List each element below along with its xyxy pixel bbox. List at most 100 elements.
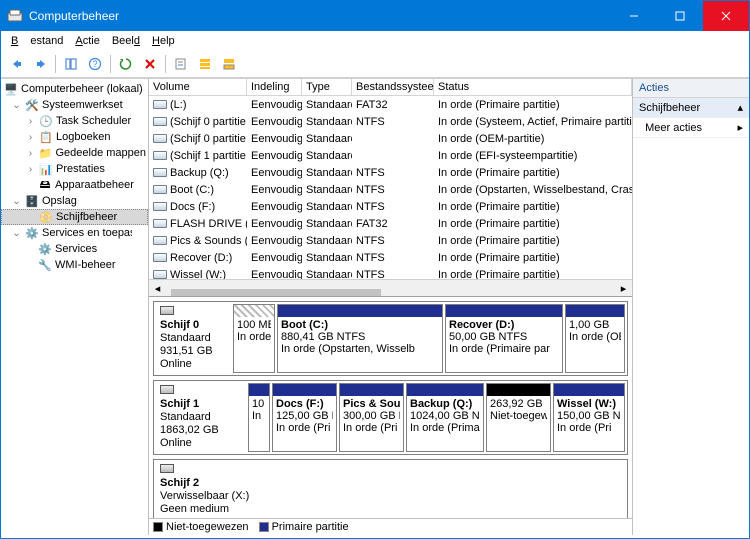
disk-size: 1863,02 GB	[160, 424, 240, 437]
volume-row[interactable]: Wissel (W:)EenvoudigStandaardNTFSIn orde…	[149, 266, 632, 279]
col-volume[interactable]: Volume	[149, 79, 247, 95]
expand-icon[interactable]: ›	[25, 116, 36, 127]
tree-servicesapps[interactable]: ⌄ ⚙️ Services en toepassingen	[1, 225, 148, 241]
disk-map[interactable]: Schijf 0Standaard931,51 GBOnline100 MBIn…	[149, 297, 632, 518]
h-scrollbar[interactable]: ◂ ▸	[149, 279, 632, 296]
disk-info[interactable]: Schijf 0Standaard931,51 GBOnline	[154, 302, 231, 375]
volume-row[interactable]: Boot (C:)EenvoudigStandaardNTFSIn orde (…	[149, 181, 632, 198]
actions-context[interactable]: Schijfbeheer ▴	[633, 98, 749, 118]
tree-performance[interactable]: › 📊 Prestaties	[1, 161, 148, 177]
collapse-icon[interactable]: ⌄	[11, 196, 22, 207]
nav-back-button[interactable]	[5, 53, 27, 75]
graphic-view-button[interactable]	[218, 53, 240, 75]
maximize-button[interactable]	[657, 1, 703, 31]
show-hide-tree-button[interactable]	[60, 53, 82, 75]
volume-fs: NTFS	[352, 235, 434, 247]
nav-tree[interactable]: 🖥️ Computerbeheer (lokaal) ⌄ 🛠️ Systeemw…	[1, 79, 149, 535]
scroll-left-icon[interactable]: ◂	[149, 280, 166, 297]
menu-file[interactable]: Bestand	[5, 34, 69, 48]
volume-layout: Eenvoudig	[247, 184, 302, 196]
volume-status: In orde (Systeem, Actief, Primaire parti…	[434, 116, 632, 128]
volume-status: In orde (Primaire partitie)	[434, 218, 632, 230]
tree-label: Services	[55, 243, 97, 255]
partition-status: In orde	[237, 331, 271, 343]
partition-size: 880,41 GB NTFS	[281, 331, 439, 343]
actions-more[interactable]: Meer acties ▸	[633, 118, 749, 138]
tree-services[interactable]: ⚙️ Services	[1, 241, 148, 257]
log-icon: 📋	[38, 129, 54, 145]
volume-type: Standaard	[302, 99, 352, 111]
partition[interactable]: 263,92 GBNiet-toegew	[486, 383, 551, 452]
tree-storage[interactable]: ⌄ 🗄️ Opslag	[1, 193, 148, 209]
partition-status: In orde (Prima	[410, 422, 480, 434]
partition[interactable]: 1,00 GBIn orde (OEM	[565, 304, 625, 373]
volume-row[interactable]: (Schijf 0 partitie 4)EenvoudigStandaardI…	[149, 130, 632, 147]
statusbar	[1, 535, 749, 538]
volume-list[interactable]: Volume Indeling Type Bestandssysteem Sta…	[149, 79, 632, 297]
tree-sharedfolders[interactable]: › 📁 Gedeelde mappen	[1, 145, 148, 161]
toolbar: ?	[1, 50, 749, 78]
col-status[interactable]: Status	[434, 79, 632, 95]
scroll-right-icon[interactable]: ▸	[615, 280, 632, 297]
volume-row[interactable]: (Schijf 1 partitie 1)EenvoudigStandaardI…	[149, 147, 632, 164]
tree-systemtools[interactable]: ⌄ 🛠️ Systeemwerkset	[1, 97, 148, 113]
disk-row[interactable]: Schijf 1Standaard1863,02 GBOnline10InDoc…	[153, 380, 628, 455]
minimize-button[interactable]	[611, 1, 657, 31]
list-view-button[interactable]	[194, 53, 216, 75]
disk-info[interactable]: Schijf 2Verwisselbaar (X:)Geen medium	[154, 460, 262, 518]
expand-icon[interactable]: ›	[25, 148, 36, 159]
help-icon[interactable]: ?	[84, 53, 106, 75]
col-fs[interactable]: Bestandssysteem	[352, 79, 434, 95]
volume-row[interactable]: Pics & Sounds (G:)EenvoudigStandaardNTFS…	[149, 232, 632, 249]
disk-row[interactable]: Schijf 2Verwisselbaar (X:)Geen medium	[153, 459, 628, 518]
menu-help[interactable]: Help	[146, 34, 181, 48]
volume-layout: Eenvoudig	[247, 235, 302, 247]
partition[interactable]: Backup (Q:)1024,00 GB N1In orde (Prima	[406, 383, 484, 452]
tree-root[interactable]: 🖥️ Computerbeheer (lokaal)	[1, 81, 148, 97]
volume-row[interactable]: Docs (F:)EenvoudigStandaardNTFSIn orde (…	[149, 198, 632, 215]
partition[interactable]: Boot (C:)880,41 GB NTFSIn orde (Opstarte…	[277, 304, 443, 373]
expand-icon[interactable]: ›	[25, 164, 36, 175]
partition[interactable]: 10In	[248, 383, 270, 452]
volume-row[interactable]: (L:)EenvoudigStandaardFAT32In orde (Prim…	[149, 96, 632, 113]
folder-shared-icon: 📁	[38, 145, 54, 161]
menu-action[interactable]: Actie	[69, 34, 105, 48]
expand-icon[interactable]: ›	[25, 132, 36, 143]
refresh-button[interactable]	[115, 53, 137, 75]
volume-row[interactable]: Recover (D:)EenvoudigStandaardNTFSIn ord…	[149, 249, 632, 266]
collapse-icon[interactable]: ⌄	[11, 228, 22, 239]
titlebar: Computerbeheer	[1, 1, 749, 31]
disk-info[interactable]: Schijf 1Standaard1863,02 GBOnline	[154, 381, 246, 454]
tree-eventviewer[interactable]: › 📋 Logboeken	[1, 129, 148, 145]
tree-wmi[interactable]: 🔧 WMI-beheer	[1, 257, 148, 273]
partition[interactable]: Wissel (W:)150,00 GB NIn orde (Pri	[553, 383, 625, 452]
disk-row[interactable]: Schijf 0Standaard931,51 GBOnline100 MBIn…	[153, 301, 628, 376]
partition[interactable]: Recover (D:)50,00 GB NTFSIn orde (Primai…	[445, 304, 563, 373]
volume-row[interactable]: Backup (Q:)EenvoudigStandaardNTFSIn orde…	[149, 164, 632, 181]
volume-status: In orde (OEM-partitie)	[434, 133, 632, 145]
volume-layout: Eenvoudig	[247, 116, 302, 128]
volume-row[interactable]: FLASH DRIVE (U:)EenvoudigStandaardFAT32I…	[149, 215, 632, 232]
partition[interactable]: Docs (F:)125,00 GB NIn orde (Pri	[272, 383, 337, 452]
volume-layout: Eenvoudig	[247, 150, 302, 162]
partition[interactable]: 100 MBIn orde	[233, 304, 275, 373]
tree-taskscheduler[interactable]: › 🕒 Task Scheduler	[1, 113, 148, 129]
volume-fs: NTFS	[352, 252, 434, 264]
menu-view[interactable]: Beeld	[106, 34, 146, 48]
tree-devicemanager[interactable]: 🖴 Apparaatbeheer	[1, 177, 148, 193]
tree-diskmgmt[interactable]: 📀 Schijfbeheer	[1, 209, 148, 225]
col-layout[interactable]: Indeling	[247, 79, 302, 95]
collapse-icon[interactable]: ⌄	[11, 100, 22, 111]
disk-type: Standaard	[160, 411, 240, 424]
partition-size: 150,00 GB N	[557, 410, 621, 422]
col-type[interactable]: Type	[302, 79, 352, 95]
properties-button[interactable]	[170, 53, 192, 75]
delete-button[interactable]	[139, 53, 161, 75]
scroll-thumb[interactable]	[171, 289, 381, 297]
close-button[interactable]	[703, 1, 749, 31]
partition[interactable]: Pics & Soun300,00 GB NIn orde (Pri	[339, 383, 404, 452]
volume-row[interactable]: (Schijf 0 partitie 1)EenvoudigStandaardN…	[149, 113, 632, 130]
partition-stripe	[407, 384, 483, 396]
legend-primary: Primaire partitie	[272, 521, 349, 533]
nav-forward-button[interactable]	[29, 53, 51, 75]
